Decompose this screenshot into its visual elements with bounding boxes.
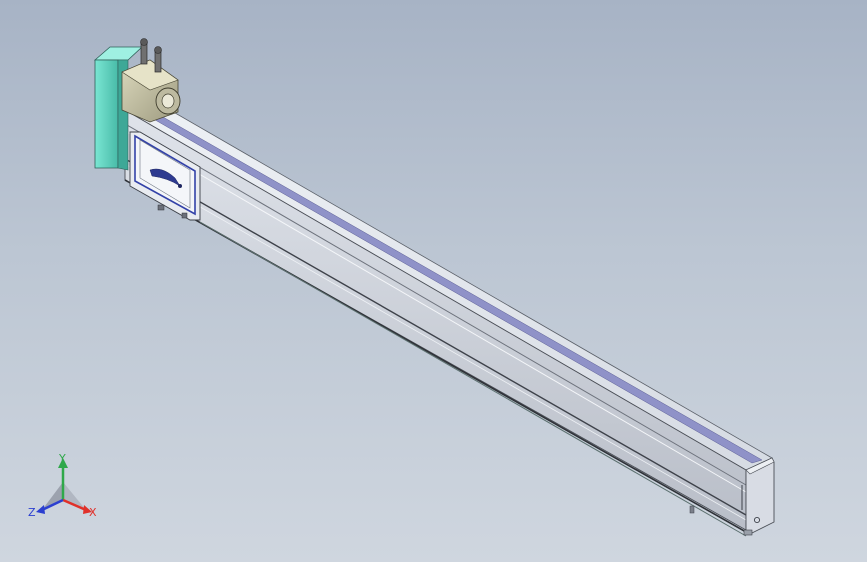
rail-groove-3 [126, 159, 747, 516]
linear-rail[interactable] [123, 109, 773, 537]
rail-top-slot [149, 116, 763, 464]
x-axis-label: X [89, 506, 97, 519]
y-axis-label: Y [58, 452, 66, 465]
3d-graphics-viewport[interactable]: Y X Z [0, 0, 867, 562]
coordinate-triad: Y X Z [28, 452, 97, 519]
cad-scene[interactable]: Y X Z [0, 0, 867, 562]
z-axis-label: Z [28, 506, 36, 519]
rail-groove-1 [126, 124, 747, 486]
rail-bottom-shadow [199, 221, 747, 537]
rail-groove-2 [126, 131, 747, 493]
rail-groove-4 [126, 164, 747, 521]
